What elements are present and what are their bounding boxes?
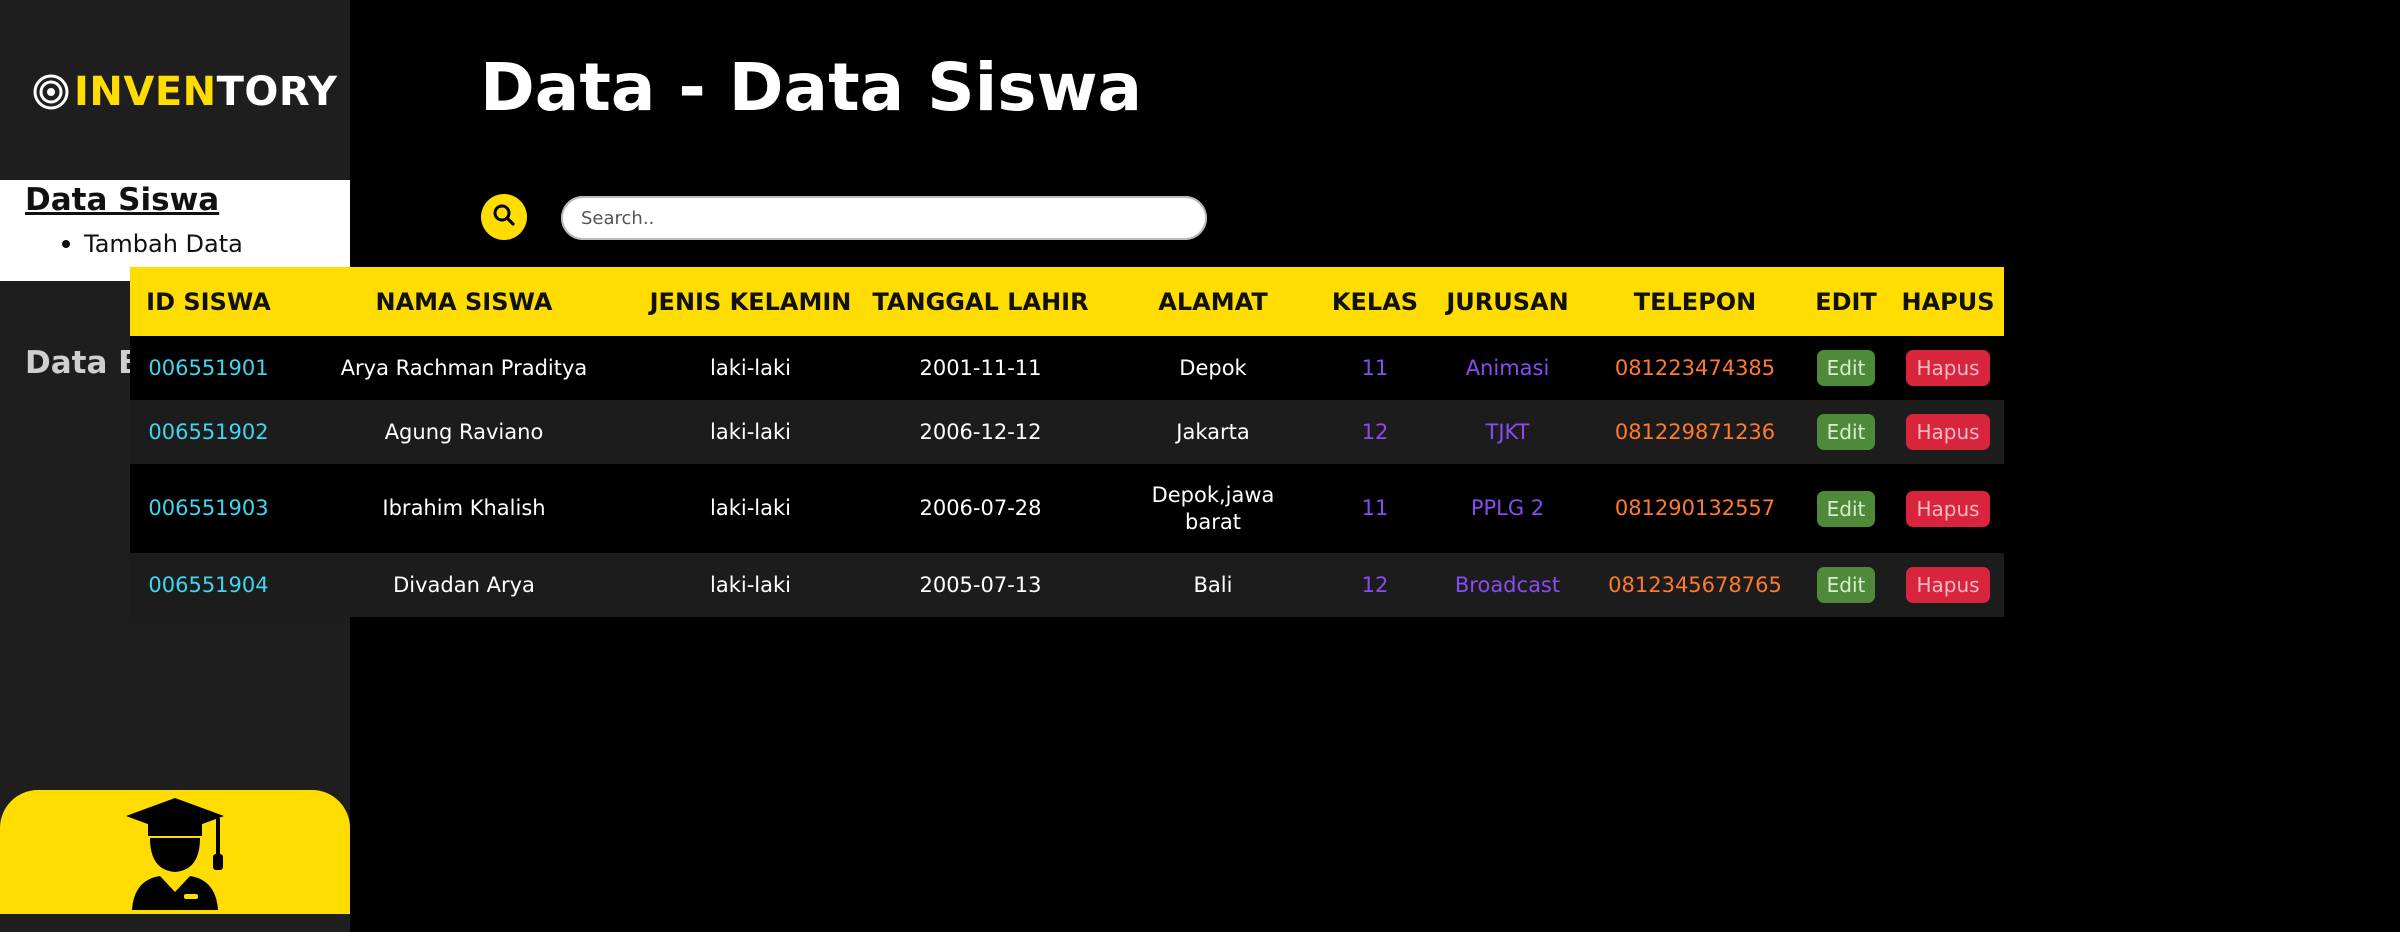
- cell-nama: Agung Raviano: [384, 419, 544, 444]
- cell-id: 006551904: [148, 572, 269, 597]
- cell-alamat: Depok,jawa barat: [1151, 483, 1275, 534]
- column-header-jurusan[interactable]: JURUSAN: [1425, 267, 1590, 336]
- search-input[interactable]: [561, 196, 1207, 240]
- cell-edit: Edit: [1800, 400, 1892, 464]
- table-row: 006551903 Ibrahim Khalish laki-laki 2006…: [130, 464, 2004, 553]
- cell-hapus: Hapus: [1892, 553, 2004, 617]
- cell-jenis-kelamin: laki-laki: [710, 419, 791, 444]
- cell-alamat: Bali: [1193, 572, 1233, 597]
- column-header-telepon[interactable]: TELEPON: [1590, 267, 1800, 336]
- cell-kelas: 11: [1361, 355, 1389, 380]
- column-header-nama[interactable]: NAMA SISWA: [287, 267, 641, 336]
- cell-edit: Edit: [1800, 336, 1892, 400]
- logo-text-primary: INVEN: [74, 69, 217, 115]
- sidebar-subitem-tambah-data[interactable]: Tambah Data: [62, 230, 243, 258]
- cell-jurusan: TJKT: [1485, 419, 1530, 444]
- cell-jurusan: PPLG 2: [1470, 496, 1545, 521]
- delete-button[interactable]: Hapus: [1906, 567, 1990, 603]
- delete-button[interactable]: Hapus: [1906, 414, 1990, 450]
- cell-hapus: Hapus: [1892, 400, 2004, 464]
- cell-tanggal-lahir: 2006-12-12: [919, 419, 1042, 444]
- search-button[interactable]: [481, 194, 527, 240]
- table-row: 006551904 Divadan Arya laki-laki 2005-07…: [130, 553, 2004, 617]
- column-header-alamat[interactable]: ALAMAT: [1101, 267, 1325, 336]
- cell-kelas: 11: [1361, 496, 1389, 521]
- edit-button[interactable]: Edit: [1816, 414, 1876, 450]
- cell-jenis-kelamin: laki-laki: [710, 355, 791, 380]
- column-header-kelas[interactable]: KELAS: [1325, 267, 1425, 336]
- edit-button[interactable]: Edit: [1816, 490, 1876, 527]
- table-row: 006551901 Arya Rachman Praditya laki-lak…: [130, 336, 2004, 400]
- cell-tanggal-lahir: 2005-07-13: [919, 572, 1042, 597]
- table-header-row: ID SISWA NAMA SISWA JENIS KELAMIN TANGGA…: [130, 267, 2004, 336]
- page-title: Data - Data Siswa: [480, 49, 1143, 126]
- cell-tanggal-lahir: 2001-11-11: [919, 355, 1042, 380]
- cell-nama: Ibrahim Khalish: [382, 496, 546, 521]
- cell-hapus: Hapus: [1892, 464, 2004, 553]
- sidebar-active-section: Data Siswa Tambah Data: [0, 180, 350, 281]
- cell-kelas: 12: [1361, 419, 1389, 444]
- cell-telepon: 0812345678765: [1608, 572, 1782, 597]
- target-icon: [32, 73, 70, 111]
- column-header-id[interactable]: ID SISWA: [130, 267, 287, 336]
- logo-text-secondary: TORY: [216, 69, 338, 115]
- edit-button[interactable]: Edit: [1816, 567, 1876, 603]
- table-row: 006551902 Agung Raviano laki-laki 2006-1…: [130, 400, 2004, 464]
- cell-jenis-kelamin: laki-laki: [710, 496, 791, 521]
- cell-edit: Edit: [1800, 464, 1892, 553]
- bullet-icon: [62, 240, 70, 248]
- cell-nama: Divadan Arya: [393, 572, 535, 597]
- cell-hapus: Hapus: [1892, 336, 2004, 400]
- cell-id: 006551901: [148, 355, 269, 380]
- edit-button[interactable]: Edit: [1816, 350, 1876, 386]
- cell-kelas: 12: [1361, 572, 1389, 597]
- cell-jenis-kelamin: laki-laki: [710, 572, 791, 597]
- cell-telepon: 081290132557: [1614, 496, 1776, 521]
- cell-id: 006551902: [148, 419, 269, 444]
- sidebar-subitem-label: Tambah Data: [84, 230, 243, 258]
- sidebar-profile-card: [0, 790, 350, 914]
- column-header-hapus: HAPUS: [1901, 287, 1995, 316]
- cell-nama: Arya Rachman Praditya: [340, 355, 588, 380]
- cell-tanggal-lahir: 2006-07-28: [919, 496, 1042, 521]
- cell-jurusan: Animasi: [1465, 355, 1550, 380]
- graduate-student-icon: [120, 794, 230, 914]
- column-header-jenis-kelamin[interactable]: JENIS KELAMIN: [641, 267, 860, 336]
- column-header-edit: EDIT: [1815, 287, 1877, 316]
- cell-edit: Edit: [1800, 553, 1892, 617]
- delete-button[interactable]: Hapus: [1906, 490, 1990, 527]
- cell-telepon: 081223474385: [1614, 355, 1776, 380]
- cell-telepon: 081229871236: [1614, 419, 1776, 444]
- app-logo[interactable]: INVEN TORY: [32, 62, 338, 122]
- delete-button[interactable]: Hapus: [1906, 350, 1990, 386]
- cell-alamat: Depok: [1179, 355, 1247, 380]
- cell-jurusan: Broadcast: [1454, 572, 1561, 597]
- search-icon: [492, 203, 516, 231]
- sidebar-item-data-siswa[interactable]: Data Siswa: [25, 182, 219, 218]
- column-header-tanggal-lahir[interactable]: TANGGAL LAHIR: [860, 267, 1101, 336]
- cell-alamat: Jakarta: [1176, 419, 1250, 444]
- cell-id: 006551903: [148, 496, 269, 521]
- students-table: ID SISWA NAMA SISWA JENIS KELAMIN TANGGA…: [130, 267, 2004, 617]
